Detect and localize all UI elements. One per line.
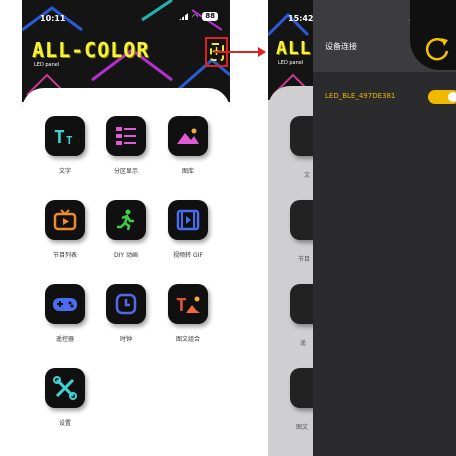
battery-indicator: 88 — [202, 12, 218, 21]
ghost-label: 文 — [304, 172, 311, 179]
text-icon: TT — [45, 116, 85, 156]
grid-item-label: 图库 — [181, 168, 194, 175]
svg-text:T: T — [176, 295, 187, 315]
video-gif-icon — [168, 200, 208, 240]
annotation-arrow-line — [214, 51, 260, 53]
grid-item-partition[interactable]: 分区显示 — [96, 116, 156, 175]
device-connection-panel: 5G 51 设备连接 LED_BLE_497DE381 — [313, 0, 456, 456]
ghost-label: 节目 — [298, 256, 311, 263]
toggle-knob — [448, 92, 456, 102]
svg-text:T: T — [66, 134, 73, 146]
tv-program-icon — [45, 200, 85, 240]
app-logo-subtitle: LED panel — [278, 60, 304, 66]
signal-icon — [179, 13, 189, 20]
grid-item-clock[interactable]: 时钟 — [96, 284, 156, 343]
ghost-label: 图文 — [296, 424, 309, 431]
grid-item-settings[interactable]: 设置 — [35, 368, 95, 427]
app-logo: ALL-COLOR — [32, 38, 150, 62]
grid-item-diy-animation[interactable]: DIY 动画 — [96, 200, 156, 259]
grid-item-label: 文字 — [58, 168, 71, 175]
tools-icon — [45, 368, 85, 408]
app-screen-home: 10:11 ◠ 88 ALL-COLOR LED panel + TT 文字 — [22, 0, 230, 456]
svg-text:T: T — [54, 127, 65, 146]
grid-item-remote[interactable]: 遥控器 — [35, 284, 95, 343]
panel-title: 设备连接 — [325, 42, 357, 51]
running-man-icon — [106, 200, 146, 240]
function-grid-card: TT 文字 分区显示 图库 节目列表 DIY 动画 视频转 GIF 遥控器 时钟… — [22, 88, 230, 456]
grid-item-label: 分区显示 — [113, 168, 138, 175]
partition-icon — [106, 116, 146, 156]
grid-item-label: 遥控器 — [55, 336, 74, 343]
grid-item-label: 节目列表 — [52, 252, 77, 259]
grid-item-label: 时钟 — [119, 336, 132, 343]
gallery-icon — [168, 116, 208, 156]
app-header: 10:11 ◠ 88 ALL-COLOR LED panel + — [22, 0, 230, 102]
grid-item-label: DIY 动画 — [114, 252, 138, 259]
grid-item-label: 设置 — [58, 420, 71, 427]
gamepad-icon — [45, 284, 85, 324]
grid-item-label: 图文组合 — [175, 336, 200, 343]
grid-item-text[interactable]: TT 文字 — [35, 116, 95, 175]
refresh-button[interactable] — [410, 0, 456, 70]
annotation-arrow-head — [258, 47, 266, 57]
grid-item-video-gif[interactable]: 视频转 GIF — [158, 200, 218, 259]
status-time: 15:42 — [288, 14, 314, 23]
wifi-icon: ◠ — [192, 12, 199, 21]
refresh-icon — [425, 38, 449, 61]
device-name: LED_BLE_497DE381 — [325, 92, 396, 100]
device-row[interactable]: LED_BLE_497DE381 — [313, 88, 456, 106]
device-connect-toggle[interactable] — [428, 90, 456, 104]
ghost-label: 遥 — [300, 340, 307, 347]
app-logo-subtitle: LED panel — [34, 62, 60, 68]
grid-item-label: 视频转 GIF — [173, 252, 203, 259]
grid-item-program-list[interactable]: 节目列表 — [35, 200, 95, 259]
clock-icon — [106, 284, 146, 324]
status-time: 10:11 — [40, 14, 66, 23]
text-image-icon: T — [168, 284, 208, 324]
grid-item-text-image[interactable]: T 图文组合 — [158, 284, 218, 343]
grid-item-gallery[interactable]: 图库 — [158, 116, 218, 175]
status-icons: ◠ 88 — [179, 12, 218, 21]
